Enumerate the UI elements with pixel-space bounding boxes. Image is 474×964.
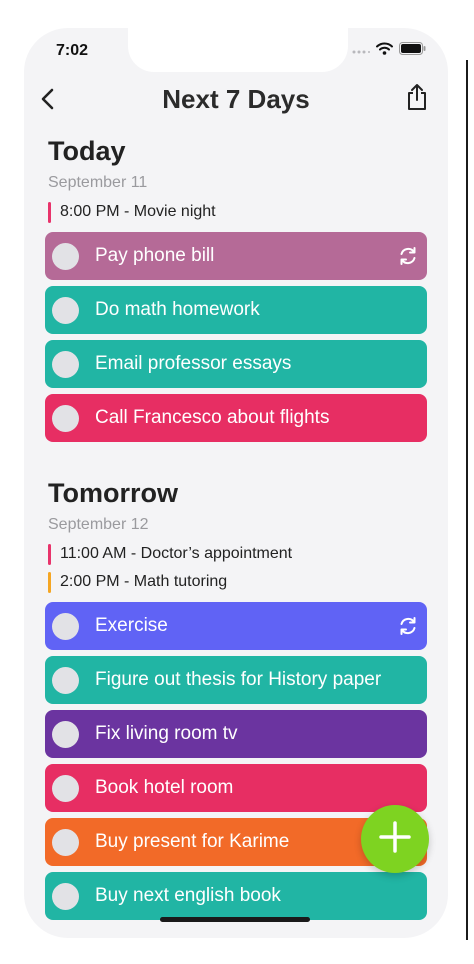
calendar-events: 8:00 PM - Movie night bbox=[24, 198, 448, 226]
task-label: Buy next english book bbox=[95, 885, 281, 906]
task-label: Buy present for Karime bbox=[95, 831, 290, 852]
task-label: Figure out thesis for History paper bbox=[95, 669, 382, 690]
event-color-bar bbox=[48, 572, 51, 593]
task-complete-checkbox[interactable] bbox=[52, 882, 79, 910]
share-button[interactable] bbox=[402, 82, 432, 116]
task-complete-checkbox[interactable] bbox=[52, 720, 79, 748]
status-time: 7:02 bbox=[56, 42, 89, 59]
task-label: Email professor essays bbox=[95, 353, 292, 374]
event-label: 8:00 PM - Movie night bbox=[60, 203, 216, 220]
task-complete-checkbox[interactable] bbox=[52, 828, 79, 856]
plus-icon bbox=[378, 820, 412, 859]
task-complete-checkbox[interactable] bbox=[52, 296, 79, 324]
calendar-event[interactable]: 11:00 AM - Doctor’s appointment bbox=[48, 540, 448, 568]
task-label: Exercise bbox=[95, 615, 168, 636]
task-row[interactable]: Book hotel room bbox=[45, 764, 427, 812]
task-complete-checkbox[interactable] bbox=[52, 242, 79, 270]
task-label: Do math homework bbox=[95, 299, 260, 320]
add-task-button[interactable] bbox=[361, 805, 429, 873]
wifi-icon bbox=[376, 42, 393, 60]
task-row[interactable]: Figure out thesis for History paper bbox=[45, 656, 427, 704]
task-label: Book hotel room bbox=[95, 777, 234, 798]
day-heading: Tomorrow bbox=[48, 478, 178, 508]
task-row[interactable]: Call Francesco about flights bbox=[45, 394, 427, 442]
day-heading: Today bbox=[48, 136, 126, 166]
task-label: Pay phone bill bbox=[95, 245, 215, 266]
page-title: Next 7 Days bbox=[162, 84, 310, 114]
calendar-event[interactable]: 8:00 PM - Movie night bbox=[48, 198, 448, 226]
event-color-bar bbox=[48, 544, 51, 565]
task-complete-checkbox[interactable] bbox=[52, 612, 79, 640]
repeat-icon bbox=[397, 245, 419, 267]
share-icon bbox=[406, 83, 428, 116]
day-date: September 12 bbox=[48, 516, 149, 533]
task-row[interactable]: Pay phone bill bbox=[45, 232, 427, 280]
signal-dots-icon bbox=[352, 42, 370, 60]
task-complete-checkbox[interactable] bbox=[52, 666, 79, 694]
task-label: Fix living room tv bbox=[95, 723, 238, 744]
event-label: 11:00 AM - Doctor’s appointment bbox=[60, 545, 293, 562]
home-indicator[interactable] bbox=[160, 917, 310, 922]
task-row[interactable]: Exercise bbox=[45, 602, 427, 650]
calendar-event[interactable]: 2:00 PM - Math tutoring bbox=[48, 568, 448, 596]
calendar-events: 11:00 AM - Doctor’s appointment 2:00 PM -… bbox=[24, 540, 448, 596]
battery-icon bbox=[399, 42, 426, 60]
adjacent-screen-edge bbox=[466, 60, 468, 940]
task-complete-checkbox[interactable] bbox=[52, 774, 79, 802]
navigation-bar: Next 7 Days bbox=[24, 76, 448, 124]
repeat-icon bbox=[397, 615, 419, 637]
task-row[interactable]: Do math homework bbox=[45, 286, 427, 334]
task-complete-checkbox[interactable] bbox=[52, 350, 79, 378]
task-row[interactable]: Buy next english book bbox=[45, 872, 427, 920]
task-row[interactable]: Email professor essays bbox=[45, 340, 427, 388]
task-row[interactable]: Fix living room tv bbox=[45, 710, 427, 758]
day-section: Today September 11 8:00 PM - Movie night Pa… bbox=[24, 134, 448, 442]
event-color-bar bbox=[48, 202, 51, 223]
phone-screen: 7:02 Next 7 Days Today September 11 8:00… bbox=[24, 28, 448, 938]
task-label: Call Francesco about flights bbox=[95, 407, 330, 428]
device-notch bbox=[128, 28, 348, 72]
status-icons bbox=[352, 42, 426, 60]
event-label: 2:00 PM - Math tutoring bbox=[60, 573, 228, 590]
day-date: September 11 bbox=[48, 174, 148, 191]
task-complete-checkbox[interactable] bbox=[52, 404, 79, 432]
